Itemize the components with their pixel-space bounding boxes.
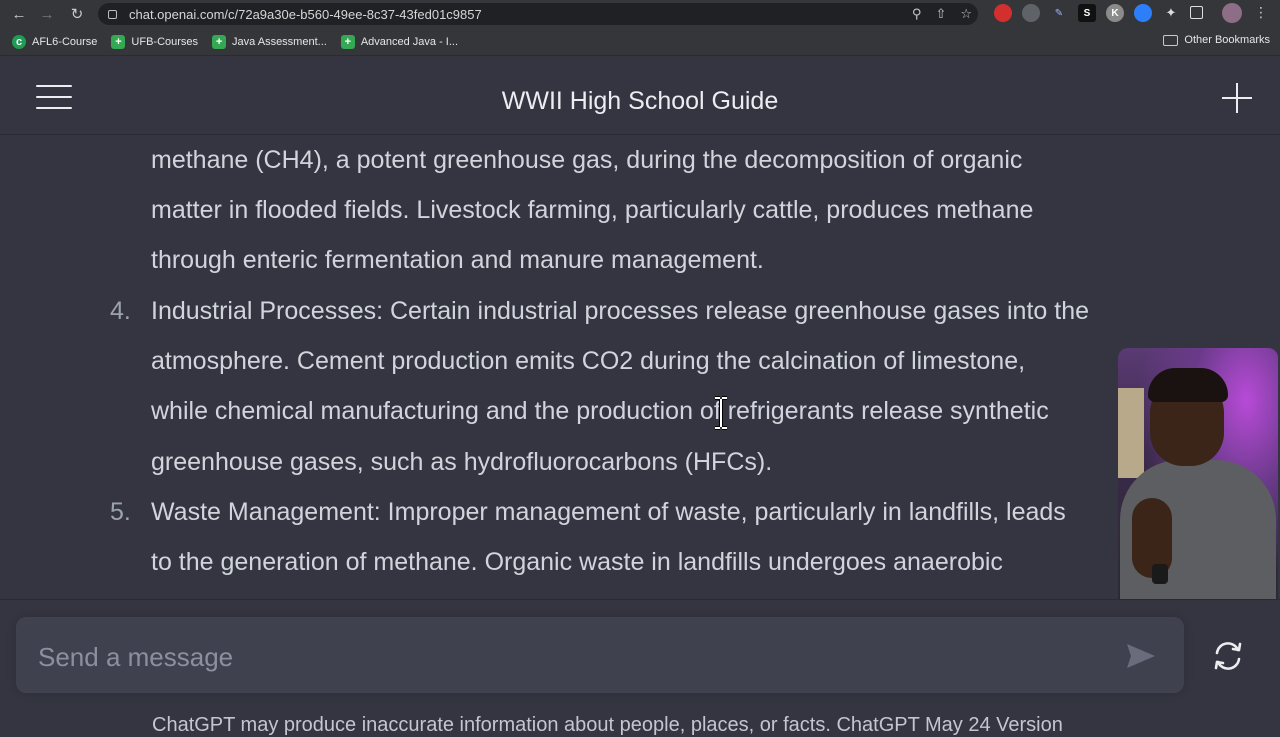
reload-icon[interactable]: ↻: [66, 3, 88, 25]
bookmark-item[interactable]: + Advanced Java - I...: [340, 34, 459, 49]
bookmarks-bar: c AFL6-Course + UFB-Courses + Java Asses…: [0, 28, 1280, 56]
message-line: while chemical manufacturing and the pro…: [151, 397, 1049, 425]
profile-avatar[interactable]: [1222, 3, 1242, 23]
text-cursor-icon: [715, 396, 727, 430]
chat-header: WWII High School Guide: [0, 57, 1280, 135]
message-line: through enteric fermentation and manure …: [151, 246, 764, 274]
extension-k-icon[interactable]: K: [1106, 4, 1124, 22]
extension-icon[interactable]: [994, 4, 1012, 22]
browser-toolbar: ← → ↻ chat.openai.com/c/72a9a30e-b560-49…: [0, 0, 1280, 28]
bookmark-icon: +: [212, 34, 227, 49]
list-number: 5.: [110, 498, 131, 526]
message-line: methane (CH4), a potent greenhouse gas, …: [151, 146, 1023, 174]
composer-area: Send a message ChatGPT may produce inacc…: [0, 599, 1280, 736]
bookmark-icon: +: [340, 34, 355, 49]
bookmark-icon: +: [111, 34, 126, 49]
bookmark-icon: c: [12, 34, 26, 49]
folder-icon: [1163, 34, 1179, 46]
zoom-icon[interactable]: ⚲: [912, 6, 922, 22]
message-line: greenhouse gases, such as hydrofluorocar…: [151, 448, 773, 476]
extension-icon[interactable]: [1134, 4, 1152, 22]
message-line: to the generation of methane. Organic wa…: [151, 548, 1003, 576]
new-chat-icon[interactable]: [1222, 83, 1252, 113]
other-bookmarks-label: Other Bookmarks: [1184, 34, 1270, 46]
message-input[interactable]: Send a message: [16, 617, 1184, 693]
page-title: WWII High School Guide: [501, 87, 779, 115]
regenerate-icon[interactable]: [1212, 640, 1244, 672]
puzzle-icon[interactable]: ✦: [1162, 4, 1180, 22]
other-bookmarks[interactable]: Other Bookmarks: [1163, 34, 1270, 46]
webcam-overlay: [1118, 348, 1278, 610]
back-icon[interactable]: ←: [8, 3, 30, 25]
extensions-bar: ✎ S K ✦: [994, 4, 1203, 22]
bookmark-label: AFL6-Course: [32, 35, 98, 48]
url-text: chat.openai.com/c/72a9a30e-b560-49ee-8c3…: [129, 6, 482, 22]
lock-icon: [108, 9, 117, 19]
sidepanel-icon[interactable]: [1190, 6, 1203, 19]
bookmark-item[interactable]: c AFL6-Course: [12, 34, 98, 49]
message-placeholder: Send a message: [38, 642, 234, 672]
extension-icon[interactable]: [1022, 4, 1040, 22]
list-number: 4.: [110, 297, 131, 325]
bookmark-label: Advanced Java - I...: [360, 35, 459, 48]
bookmark-label: UFB-Courses: [131, 35, 199, 48]
message-line: Industrial Processes: Certain industrial…: [151, 297, 1090, 325]
pen-icon[interactable]: ✎: [1050, 4, 1068, 22]
message-content: methane (CH4), a potent greenhouse gas, …: [0, 136, 1280, 598]
bookmark-label: Java Assessment...: [232, 35, 327, 48]
bookmark-item[interactable]: + UFB-Courses: [111, 34, 199, 49]
message-line: atmosphere. Cement production emits CO2 …: [151, 347, 1026, 375]
star-icon[interactable]: ☆: [960, 6, 972, 22]
share-icon[interactable]: ⇧: [935, 6, 946, 22]
bookmark-item[interactable]: + Java Assessment...: [212, 34, 327, 49]
address-bar[interactable]: chat.openai.com/c/72a9a30e-b560-49ee-8c3…: [98, 3, 978, 25]
message-line: matter in flooded fields. Livestock farm…: [151, 196, 1034, 224]
send-icon[interactable]: [1126, 643, 1156, 669]
forward-icon[interactable]: →: [36, 3, 58, 25]
extension-s-icon[interactable]: S: [1078, 4, 1096, 22]
disclaimer-text: ChatGPT may produce inaccurate informati…: [152, 714, 1063, 736]
more-menu-icon[interactable]: ⋮: [1254, 4, 1268, 21]
message-line: Waste Management: Improper management of…: [151, 498, 1066, 526]
